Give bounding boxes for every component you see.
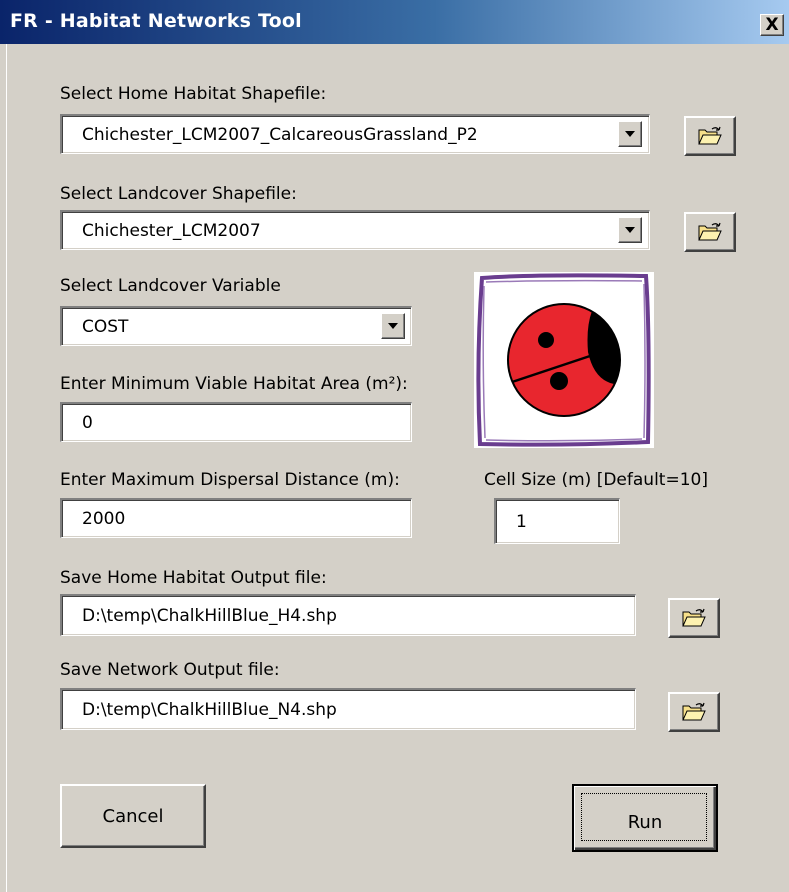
landcover-dropdown-button[interactable] — [618, 217, 642, 243]
network-output-value: D:\temp\ChalkHillBlue_N4.shp — [82, 699, 337, 720]
max-dispersal-input[interactable]: 2000 — [60, 498, 412, 538]
open-folder-icon — [682, 608, 706, 628]
home-output-input[interactable]: D:\temp\ChalkHillBlue_H4.shp — [60, 594, 636, 636]
open-folder-icon — [698, 222, 722, 242]
ladybird-icon — [474, 272, 654, 448]
window-title: FR - Habitat Networks Tool — [10, 10, 302, 32]
chevron-down-icon — [625, 131, 635, 137]
landcover-browse-button[interactable] — [684, 212, 736, 252]
home-output-label: Save Home Habitat Output file: — [60, 568, 327, 588]
network-output-browse-button[interactable] — [668, 692, 720, 732]
title-bar[interactable]: FR - Habitat Networks Tool X — [0, 0, 789, 44]
chevron-down-icon — [388, 323, 398, 329]
network-output-label: Save Network Output file: — [60, 660, 280, 680]
min-area-input[interactable]: 0 — [60, 402, 412, 442]
home-habitat-combobox[interactable]: Chichester_LCM2007_CalcareousGrassland_P… — [60, 114, 650, 154]
min-area-label: Enter Minimum Viable Habitat Area (m²): — [60, 374, 408, 394]
landcover-variable-value: COST — [82, 316, 129, 337]
landcover-value: Chichester_LCM2007 — [82, 220, 261, 241]
home-habitat-browse-button[interactable] — [684, 116, 736, 156]
home-habitat-value: Chichester_LCM2007_CalcareousGrassland_P… — [82, 124, 478, 145]
cancel-button-label: Cancel — [102, 805, 164, 827]
open-folder-icon — [682, 702, 706, 722]
close-button[interactable]: X — [760, 14, 784, 36]
run-button-label: Run — [627, 811, 663, 833]
cancel-button[interactable]: Cancel — [60, 784, 206, 848]
run-button[interactable]: Run — [572, 784, 718, 852]
home-output-value: D:\temp\ChalkHillBlue_H4.shp — [82, 605, 337, 626]
cell-size-value: 1 — [516, 511, 527, 532]
open-folder-icon — [698, 126, 722, 146]
max-dispersal-label: Enter Maximum Dispersal Distance (m): — [60, 470, 400, 490]
cell-size-input[interactable]: 1 — [494, 498, 620, 544]
home-output-browse-button[interactable] — [668, 598, 720, 638]
landcover-variable-label: Select Landcover Variable — [60, 276, 281, 296]
landcover-label: Select Landcover Shapefile: — [60, 184, 297, 204]
landcover-combobox[interactable]: Chichester_LCM2007 — [60, 210, 650, 250]
landcover-variable-combobox[interactable]: COST — [60, 306, 412, 346]
home-habitat-label: Select Home Habitat Shapefile: — [60, 84, 327, 104]
home-habitat-dropdown-button[interactable] — [618, 121, 642, 147]
window-frame-edge — [6, 44, 7, 892]
landcover-variable-dropdown-button[interactable] — [381, 313, 405, 339]
cell-size-label: Cell Size (m) [Default=10] — [484, 470, 708, 490]
network-output-input[interactable]: D:\temp\ChalkHillBlue_N4.shp — [60, 688, 636, 730]
min-area-value: 0 — [82, 412, 93, 433]
chevron-down-icon — [625, 227, 635, 233]
max-dispersal-value: 2000 — [82, 508, 126, 529]
